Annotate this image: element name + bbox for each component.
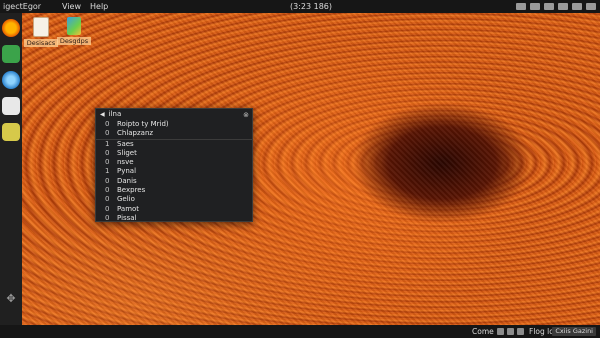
context-menu-title: ilna (108, 110, 122, 118)
menu-item-index: 0 (105, 195, 110, 204)
image-file-icon (67, 17, 81, 35)
menu-item-label: Saes (117, 139, 134, 148)
browser-icon[interactable] (2, 71, 20, 89)
menu-item[interactable]: 1 Saes (96, 138, 252, 149)
menu-item-index: 0 (105, 186, 110, 195)
menu-item[interactable]: 0 Danis (96, 177, 252, 186)
desktop-icon-image[interactable]: Desgdps (57, 17, 91, 45)
menu-item-label: nsve (117, 158, 134, 167)
battery-icon[interactable] (572, 3, 582, 10)
desktop-icon-label: Desisacs (24, 39, 58, 47)
power-icon[interactable] (586, 3, 596, 10)
bottom-panel: Come Flog long Cxiis Gazini (0, 325, 600, 338)
context-menu-items: 0 Roipto ty Mrid) 0 Chlapzanz 1 Saes 0 Slige… (96, 120, 252, 223)
menu-item[interactable]: 0 Pissal (96, 214, 252, 223)
top-panel: igectEgor View Help (3:23 186) (0, 0, 600, 13)
menu-item[interactable]: 0 Sliget (96, 149, 252, 158)
menu-item-index: 0 (105, 129, 110, 138)
apps-grid-icon[interactable]: ✥ (3, 291, 19, 307)
menu-item-label: Pissal (117, 213, 137, 222)
menu-item-label: Chlapzanz (117, 129, 154, 138)
menu-item-label: Gelio (117, 195, 135, 204)
dock: ✥ (0, 13, 22, 325)
menu-item-label: Pamot (117, 204, 140, 213)
menu-item[interactable]: 0 nsve (96, 158, 252, 167)
back-icon[interactable]: ◀ (100, 109, 105, 120)
menu-item-index: 0 (105, 120, 110, 128)
system-tray (516, 3, 596, 10)
menu-item[interactable]: 0 Chlapzanz (96, 129, 252, 138)
menu-item-label: Bexpres (117, 186, 146, 195)
menu-item-index: 1 (105, 167, 110, 176)
context-menu-header: ◀ ilna ⊗ (96, 109, 252, 120)
menu-item[interactable]: 0 Pamot (96, 205, 252, 214)
network-icon[interactable] (516, 3, 526, 10)
clock[interactable]: (3:23 186) (290, 0, 332, 13)
menu-view[interactable]: View (62, 0, 81, 13)
package-icon[interactable] (2, 123, 20, 141)
text-editor-icon[interactable] (2, 97, 20, 115)
menu-item-index: 0 (105, 213, 110, 222)
network-icon[interactable] (497, 328, 504, 335)
files-icon[interactable] (2, 45, 20, 63)
file-icon (33, 17, 49, 37)
menu-item-index: 0 (105, 204, 110, 213)
menu-help[interactable]: Help (90, 0, 108, 13)
menu-item-index: 0 (105, 148, 110, 157)
menu-item[interactable]: 0 Gelio (96, 195, 252, 204)
menu-item-index: 1 (105, 139, 110, 148)
bottom-left-label[interactable]: Come (472, 325, 494, 338)
bluetooth-icon[interactable] (544, 3, 554, 10)
menu-app[interactable]: igectEgor (3, 0, 41, 13)
menu-item-label: Roipto ty Mrid) (117, 120, 169, 128)
volume-icon[interactable] (558, 3, 568, 10)
settings-icon[interactable] (517, 328, 524, 335)
close-icon[interactable]: ⊗ (243, 110, 249, 121)
menu-item-label: Danis (117, 176, 137, 185)
menu-item-index: 0 (105, 176, 110, 185)
desktop-icon-label: Desgdps (57, 37, 91, 45)
volume-icon[interactable] (507, 328, 514, 335)
menu-item[interactable]: 0 Bexpres (96, 186, 252, 195)
menu-item-label: Pynal (117, 167, 137, 176)
menu-item-index: 0 (105, 158, 110, 167)
menu-item[interactable]: 1 Pynal (96, 167, 252, 176)
desktop-icon-document[interactable]: Desisacs (24, 17, 58, 47)
firefox-icon[interactable] (2, 19, 20, 37)
menu-item[interactable]: 0 Roipto ty Mrid) (96, 120, 252, 129)
menu-item-label: Sliget (117, 148, 137, 157)
chat-icon[interactable] (530, 3, 540, 10)
context-menu: ◀ ilna ⊗ 0 Roipto ty Mrid) 0 Chlapzanz 1 Sa… (95, 108, 253, 222)
workspace-tag[interactable]: Cxiis Gazini (552, 327, 596, 336)
